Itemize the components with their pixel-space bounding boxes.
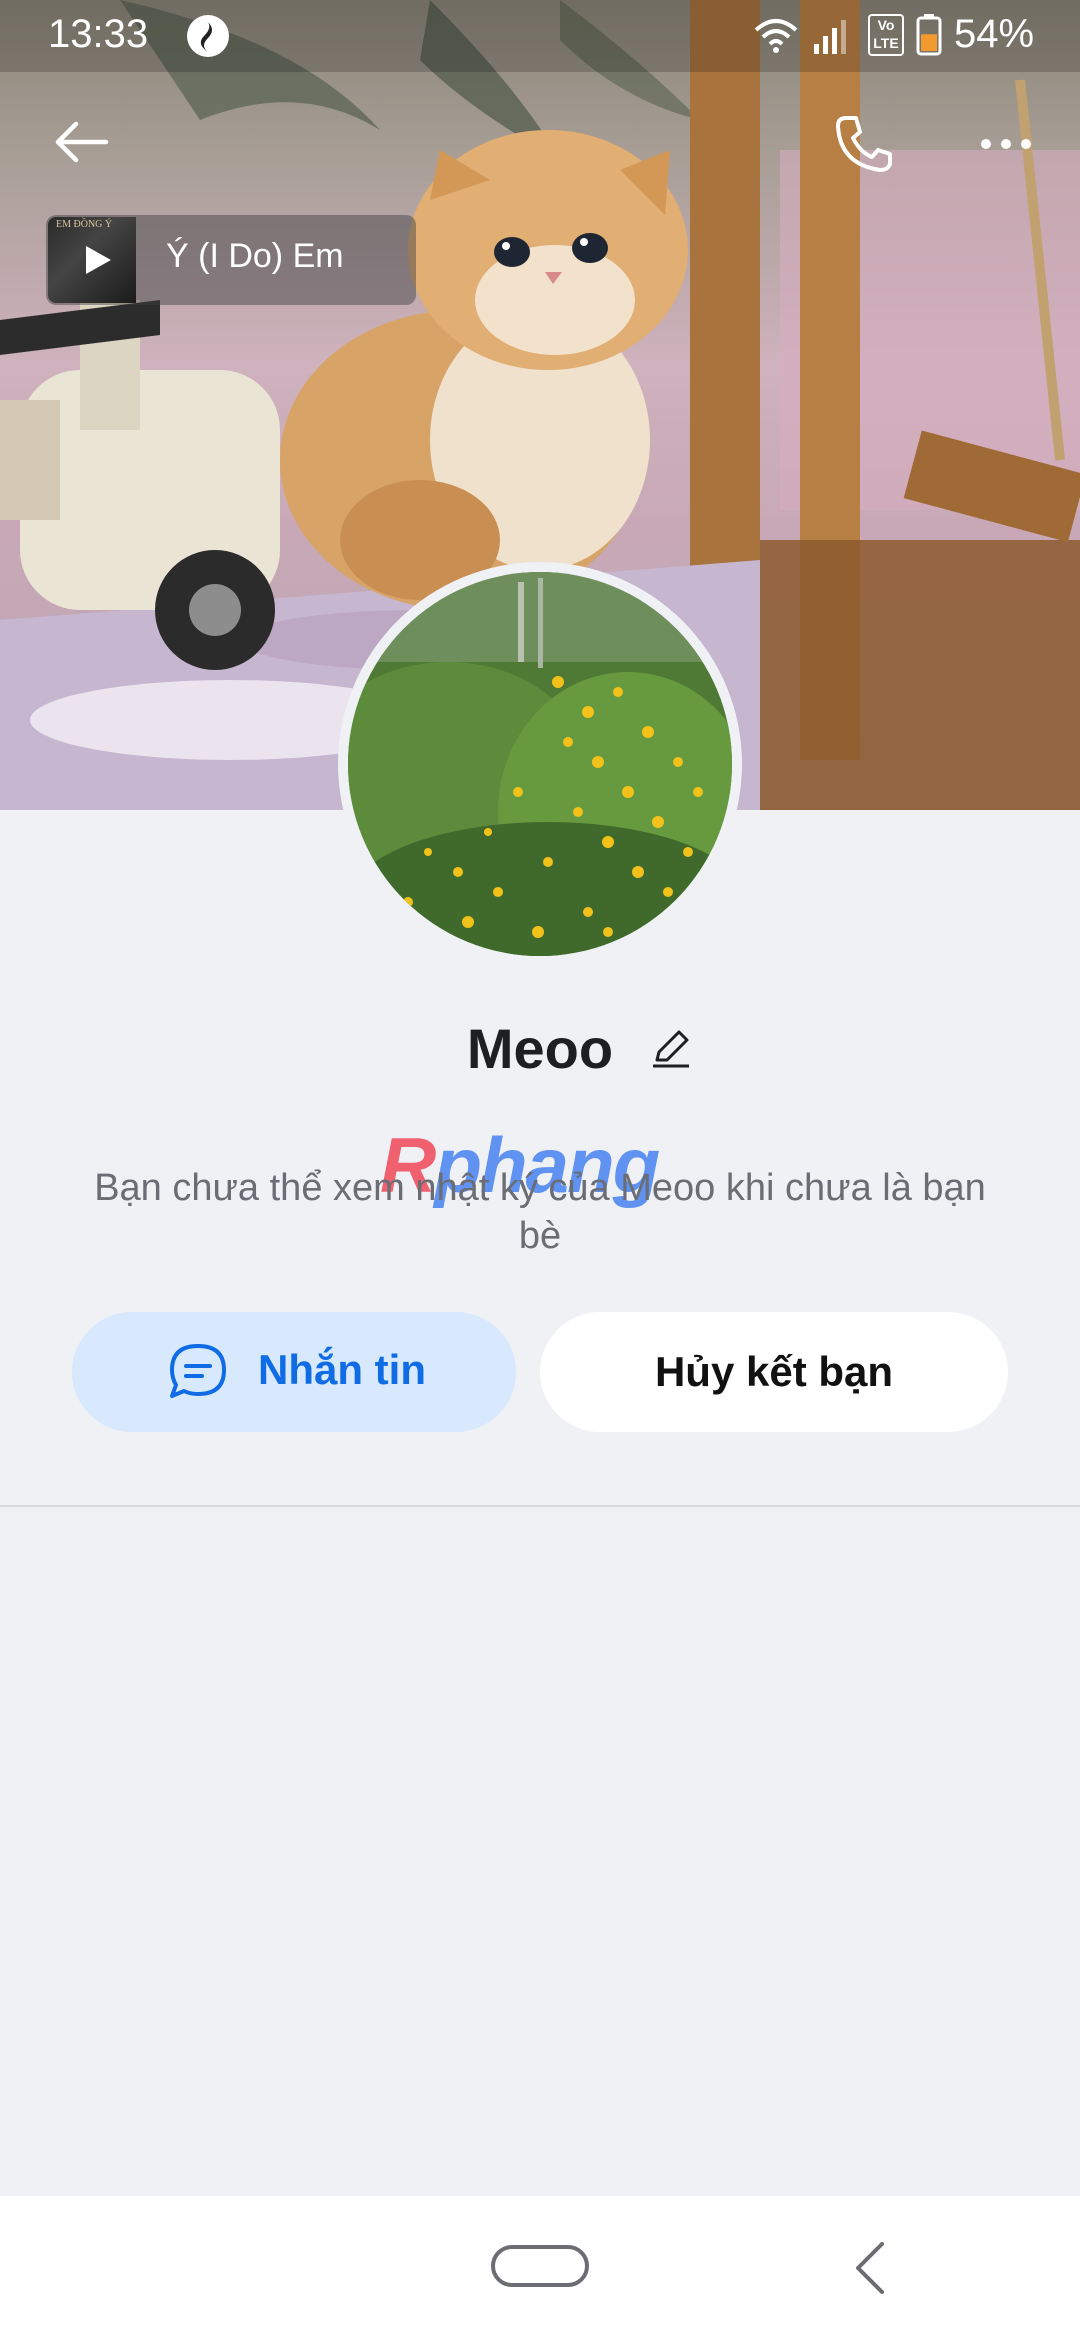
battery-icon: [916, 14, 942, 56]
message-button[interactable]: Nhắn tin: [72, 1312, 516, 1432]
status-time: 13:33: [48, 12, 149, 56]
play-icon[interactable]: [80, 243, 114, 277]
chat-bubble-icon: [170, 1344, 226, 1398]
message-button-label: Nhắn tin: [258, 1346, 426, 1393]
volte-badge: Vo LTE: [868, 14, 904, 56]
profile-name-row: Meoo: [0, 1016, 1080, 1081]
profile-music-chip[interactable]: EM ĐỒNG Ý Ý (I Do) Em: [46, 215, 416, 305]
home-pill-icon[interactable]: [490, 2244, 590, 2288]
status-bar: 13:33 Vo LTE 54%: [0, 0, 1080, 72]
arrow-left-icon[interactable]: [52, 112, 112, 172]
diary-privacy-note: Bạn chưa thể xem nhật ký của Meoo khi ch…: [94, 1167, 986, 1257]
profile-name-wrapper: Meoo: [466, 1016, 690, 1081]
section-divider: [0, 1505, 1080, 1507]
pencil-icon[interactable]: [649, 1026, 693, 1070]
music-title: Ý (I Do) Em: [166, 237, 344, 275]
nav-back-chevron-icon[interactable]: [850, 2240, 890, 2296]
system-nav-bar: [0, 2196, 1080, 2340]
avatar-flowers-image: [348, 572, 732, 956]
wifi-icon: [754, 19, 798, 53]
signal-icon: [814, 20, 846, 54]
phone-icon[interactable]: [832, 112, 896, 176]
music-album-cover: EM ĐỒNG Ý: [48, 217, 136, 303]
avatar[interactable]: [338, 562, 742, 966]
profile-name: Meoo: [466, 1017, 614, 1080]
music-cover-title: EM ĐỒNG Ý: [56, 219, 113, 230]
unfriend-button[interactable]: Hủy kết bạn: [540, 1312, 1008, 1432]
more-horizontal-icon[interactable]: [976, 124, 1036, 164]
unfriend-button-label: Hủy kết bạn: [654, 1348, 894, 1395]
vietcombank-logo-icon: [187, 15, 229, 57]
avatar-photo: [348, 572, 732, 956]
battery-percent: 54%: [954, 12, 1035, 56]
